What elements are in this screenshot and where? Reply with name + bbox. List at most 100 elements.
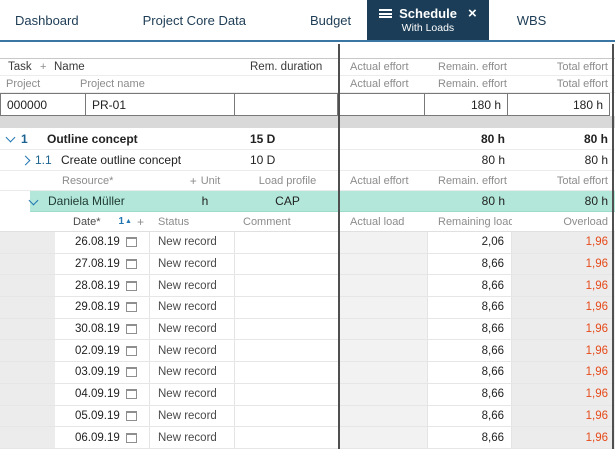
calendar-icon[interactable] bbox=[125, 237, 137, 248]
comment-cell[interactable] bbox=[235, 253, 340, 275]
remaining-load-cell[interactable]: 8,66 bbox=[428, 340, 512, 362]
calendar-icon[interactable] bbox=[125, 280, 137, 291]
actual-load-cell[interactable] bbox=[340, 405, 428, 427]
actual-load-cell[interactable] bbox=[340, 340, 428, 362]
actual-load-cell[interactable] bbox=[340, 253, 428, 275]
date-cell[interactable]: 05.09.19 bbox=[55, 405, 150, 427]
project-remain-effort-field[interactable]: 180 h bbox=[424, 93, 508, 116]
comment-cell[interactable] bbox=[235, 362, 340, 383]
status-cell[interactable]: New record bbox=[150, 340, 235, 362]
chevron-down-icon[interactable] bbox=[5, 132, 21, 143]
remaining-load-cell[interactable]: 2,06 bbox=[428, 232, 512, 253]
tab-schedule[interactable]: Schedule × With Loads bbox=[367, 0, 489, 40]
actual-load-cell[interactable] bbox=[340, 232, 428, 253]
resource-row-selected[interactable]: Daniela Müller h CAP 80 h 80 h bbox=[0, 191, 615, 212]
project-total-effort-field[interactable]: 180 h bbox=[507, 93, 610, 116]
comment-cell[interactable] bbox=[235, 405, 340, 427]
status-cell[interactable]: New record bbox=[150, 253, 235, 275]
calendar-icon[interactable] bbox=[125, 259, 137, 270]
task-row-1[interactable]: 1 Outline concept 15 D 80 h 80 h bbox=[0, 128, 615, 150]
calendar-icon[interactable] bbox=[125, 389, 137, 400]
project-name-field[interactable]: PR-01 bbox=[85, 93, 235, 116]
calendar-icon[interactable] bbox=[125, 367, 137, 378]
actual-load-cell[interactable] bbox=[340, 318, 428, 340]
comment-cell[interactable] bbox=[235, 232, 340, 253]
resource-name[interactable]: Daniela Müller bbox=[44, 191, 175, 211]
remaining-load-cell[interactable]: 8,66 bbox=[428, 253, 512, 275]
comment-cell[interactable] bbox=[235, 318, 340, 340]
task-rem-duration[interactable]: 10 D bbox=[250, 150, 340, 170]
actual-load-cell[interactable] bbox=[340, 297, 428, 318]
comment-cell[interactable] bbox=[235, 427, 340, 448]
comment-cell[interactable] bbox=[235, 383, 340, 405]
col-resource[interactable]: Resource* bbox=[55, 171, 175, 190]
date-cell[interactable]: 04.09.19 bbox=[55, 383, 150, 405]
date-cell[interactable]: 29.08.19 bbox=[55, 297, 150, 318]
date-cell[interactable]: 02.09.19 bbox=[55, 340, 150, 362]
tab-budget[interactable]: Budget bbox=[310, 13, 351, 28]
add-resource-icon[interactable]: + bbox=[190, 174, 197, 188]
col-rem-duration[interactable]: Rem. duration bbox=[250, 59, 340, 75]
remaining-load-cell[interactable]: 8,66 bbox=[428, 427, 512, 448]
col-name[interactable]: Name bbox=[54, 59, 250, 75]
col-remain-effort[interactable]: Remain. effort bbox=[428, 59, 512, 75]
remaining-load-cell[interactable]: 8,66 bbox=[428, 405, 512, 427]
remaining-load-cell[interactable]: 8,66 bbox=[428, 318, 512, 340]
date-cell[interactable]: 30.08.19 bbox=[55, 318, 150, 340]
col-remaining-load[interactable]: Remaining load bbox=[428, 212, 512, 231]
tab-wbs[interactable]: WBS bbox=[517, 13, 547, 28]
remaining-load-cell[interactable]: 8,66 bbox=[428, 297, 512, 318]
actual-load-cell[interactable] bbox=[340, 427, 428, 448]
col-task[interactable]: Task bbox=[0, 59, 40, 75]
project-id-field[interactable]: 000000 bbox=[0, 93, 86, 116]
resource-load-profile[interactable]: CAP bbox=[235, 191, 340, 211]
col-total-effort[interactable]: Total effort bbox=[512, 59, 615, 75]
hamburger-menu-icon[interactable] bbox=[379, 9, 393, 18]
close-icon[interactable]: × bbox=[468, 6, 477, 21]
comment-cell[interactable] bbox=[235, 340, 340, 362]
status-cell[interactable]: New record bbox=[150, 427, 235, 448]
actual-load-cell[interactable] bbox=[340, 383, 428, 405]
status-cell[interactable]: New record bbox=[150, 405, 235, 427]
task-rem-duration[interactable]: 15 D bbox=[250, 128, 340, 149]
tab-project-core-data[interactable]: Project Core Data bbox=[143, 13, 246, 28]
date-cell[interactable]: 06.09.19 bbox=[55, 427, 150, 448]
actual-load-cell[interactable] bbox=[340, 275, 428, 297]
col-actual-effort[interactable]: Actual effort bbox=[340, 59, 428, 75]
task-name[interactable]: Create outline concept bbox=[61, 150, 250, 170]
remaining-load-cell[interactable]: 8,66 bbox=[428, 362, 512, 383]
calendar-icon[interactable] bbox=[125, 345, 137, 356]
calendar-icon[interactable] bbox=[125, 432, 137, 443]
remaining-load-cell[interactable]: 8,66 bbox=[428, 275, 512, 297]
task-row-1-1[interactable]: 1.1 Create outline concept 10 D 80 h 80 … bbox=[0, 150, 615, 171]
status-cell[interactable]: New record bbox=[150, 318, 235, 340]
project-duration-field[interactable] bbox=[234, 93, 338, 116]
chevron-right-icon[interactable] bbox=[20, 155, 35, 165]
comment-cell[interactable] bbox=[235, 275, 340, 297]
status-cell[interactable]: New record bbox=[150, 232, 235, 253]
remaining-load-cell[interactable]: 8,66 bbox=[428, 383, 512, 405]
status-cell[interactable]: New record bbox=[150, 297, 235, 318]
col-status[interactable]: Status bbox=[150, 212, 235, 231]
project-actual-effort-field[interactable] bbox=[337, 93, 425, 116]
date-cell[interactable]: 28.08.19 bbox=[55, 275, 150, 297]
task-name[interactable]: Outline concept bbox=[47, 128, 250, 149]
calendar-icon[interactable] bbox=[125, 410, 137, 421]
status-cell[interactable]: New record bbox=[150, 362, 235, 383]
col-actual-load[interactable]: Actual load bbox=[340, 212, 428, 231]
calendar-icon[interactable] bbox=[125, 324, 137, 335]
sort-ascending-icon[interactable]: 1 ▲ bbox=[118, 216, 132, 227]
calendar-icon[interactable] bbox=[125, 302, 137, 313]
chevron-down-icon[interactable] bbox=[28, 195, 44, 205]
col-overload[interactable]: Overload bbox=[512, 212, 615, 231]
add-load-row-icon[interactable]: + bbox=[137, 215, 144, 229]
tab-dashboard[interactable]: Dashboard bbox=[15, 13, 79, 28]
status-cell[interactable]: New record bbox=[150, 275, 235, 297]
status-cell[interactable]: New record bbox=[150, 383, 235, 405]
resource-unit[interactable]: h bbox=[175, 191, 235, 211]
date-cell[interactable]: 27.08.19 bbox=[55, 253, 150, 275]
date-cell[interactable]: 03.09.19 bbox=[55, 362, 150, 383]
actual-load-cell[interactable] bbox=[340, 362, 428, 383]
col-date-label[interactable]: Date* bbox=[73, 216, 101, 228]
date-cell[interactable]: 26.08.19 bbox=[55, 232, 150, 253]
